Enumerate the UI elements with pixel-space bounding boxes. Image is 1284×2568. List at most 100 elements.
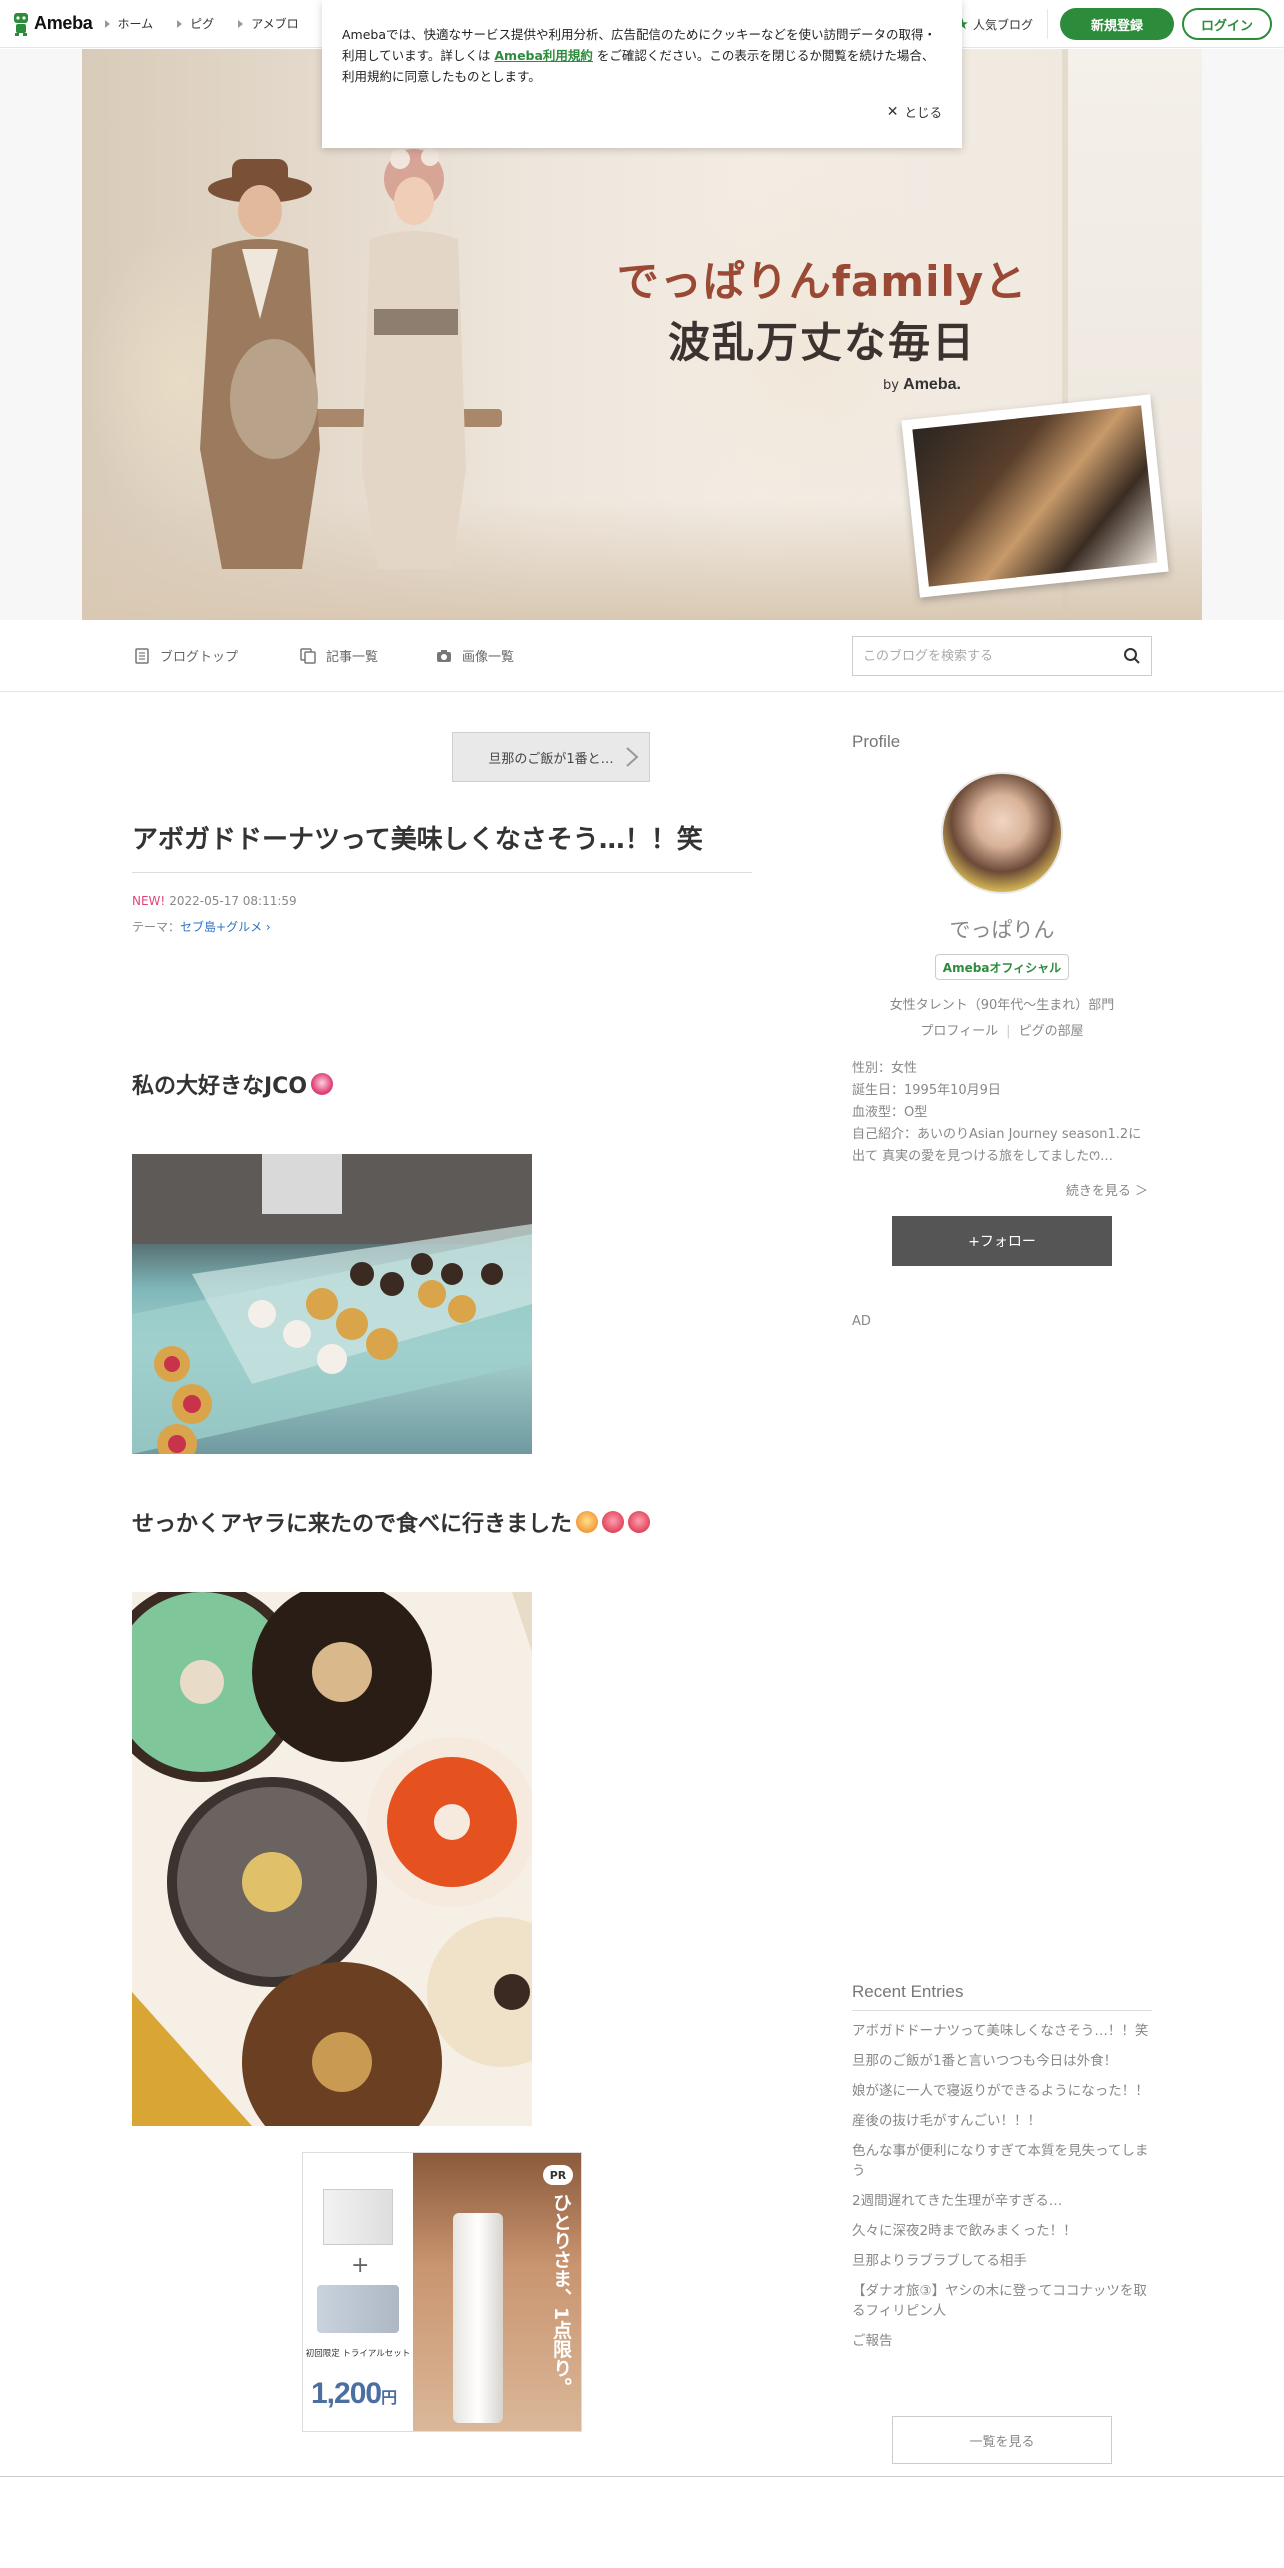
blog-top-link[interactable]: ブログトップ [134, 646, 238, 665]
global-nav: ホーム ピグ アメブロ [104, 15, 323, 32]
nav-pigg-label: ピグ [190, 17, 215, 31]
ad-product-bottle [453, 2213, 503, 2423]
profile-name[interactable]: でっぱりん [852, 914, 1152, 944]
plus-icon: + [351, 2253, 370, 2278]
list-item[interactable]: ご報告 [852, 2331, 1152, 2351]
grinning-emoji-icon [576, 1511, 599, 1533]
avatar[interactable] [941, 772, 1063, 894]
cookie-close-label: とじる [904, 105, 942, 120]
previous-entry-label: 旦那のご飯が1番と… [488, 751, 614, 767]
ameba-logo[interactable]: Ameba [12, 11, 93, 37]
profile-birthday: 誕生日：1995年10月9日 [852, 1083, 1001, 1098]
chevron-right-icon: › [262, 920, 271, 934]
close-icon: ✕ [886, 103, 899, 120]
view-all-entries-button[interactable]: 一覧を見る [892, 2416, 1112, 2464]
cookie-text: Amebaでは、快適なサービス提供や利用分析、広告配信のためにクッキーなどを使い… [342, 24, 940, 87]
theme-link[interactable]: セブ島+グルメ [180, 920, 262, 934]
article-heading: せっかくアヤラに来たので食べに行きました [132, 1506, 651, 1538]
blog-title-line2: 波乱万丈な毎日 [667, 318, 976, 367]
camera-icon [437, 649, 451, 662]
blog-title-line1: でっぱりんfamilyと [616, 257, 1028, 306]
ad-product-towel [317, 2285, 399, 2333]
list-item[interactable]: 2週間遅れてきた生理が辛すぎる… [852, 2191, 1152, 2211]
login-button[interactable]: ログイン [1182, 8, 1272, 40]
official-badge: Amebaオフィシャル [935, 954, 1069, 980]
read-more-link[interactable]: 続きを見る ＞ [1066, 1180, 1148, 1199]
article-heading: 私の大好きなJCO [132, 1068, 334, 1100]
header-actions: ★ 人気ブログ 新規登録 ログイン [956, 8, 1272, 40]
pigg-room-link[interactable]: ピグの部屋 [1019, 1024, 1084, 1039]
image-list-link[interactable]: 画像一覧 [436, 646, 514, 665]
profile-category[interactable]: 女性タレント（90年代～生まれ）部門 [852, 994, 1152, 1013]
sparkle-emoji-icon [628, 1511, 651, 1533]
blog-nav: ブログトップ 記事一覧 画像一覧 [0, 620, 1284, 692]
nav-ameblo-label: アメブロ [251, 17, 299, 31]
search-icon[interactable] [1123, 647, 1141, 665]
entry-list-label: 記事一覧 [326, 650, 379, 665]
ad-price-value: 1,200 [311, 2377, 382, 2410]
divider [1047, 9, 1048, 39]
ad-image-panel: PR ひとりさま、1点限り。 [413, 2153, 581, 2431]
profile-heading: Profile [852, 732, 901, 751]
woman-in-kimono-illustration [362, 148, 466, 569]
document-icon [135, 647, 149, 664]
profile-blood-type: 血液型：O型 [852, 1105, 928, 1120]
terms-link[interactable]: Ameba利用規約 [494, 48, 593, 63]
triangle-right-icon [104, 19, 110, 28]
follow-button[interactable]: +フォロー [892, 1216, 1112, 1266]
profile-info: 性別：女性 誕生日：1995年10月9日 血液型：O型 自己紹介：あいのりAsi… [852, 1058, 1152, 1168]
cookie-banner: Amebaでは、快適なサービス提供や利用分析、広告配信のためにクッキーなどを使い… [322, 0, 962, 148]
list-item[interactable]: 色んな事が便利になりすぎて本質を見失ってしまう [852, 2141, 1152, 2181]
ameba-brand: Ameba. [903, 376, 961, 393]
profile-gender: 性別：女性 [852, 1061, 918, 1076]
list-item[interactable]: 産後の抜け毛がすんごい！！！ [852, 2111, 1152, 2131]
list-item[interactable]: 娘が遂に一人で寝返りができるようになった！！ [852, 2081, 1152, 2101]
ad-banner[interactable]: + 初回限定 トライアルセット 1,200円 PR ひとりさま、1点限り。 [302, 2152, 582, 2432]
man-in-kimono-illustration [200, 159, 320, 569]
divider: | [1006, 1024, 1011, 1039]
signup-button[interactable]: 新規登録 [1060, 8, 1174, 40]
chevron-right-icon [626, 747, 639, 767]
ad-label: AD [852, 1314, 871, 1329]
ad-vertical-copy: ひとりさま、1点限り。 [550, 2193, 572, 2397]
popular-blog-link[interactable]: ★ 人気ブログ [956, 15, 1033, 33]
profile-links: プロフィール | ピグの部屋 [852, 1020, 1152, 1039]
blog-search [852, 636, 1152, 676]
popular-blog-label: 人気ブログ [972, 17, 1033, 32]
showcase-illustration [132, 1154, 532, 1454]
theme-label: テーマ： [132, 920, 181, 934]
list-item[interactable]: 旦那よりラブラブしてる相手 [852, 2251, 1152, 2271]
nav-ameblo[interactable]: アメブロ [238, 15, 299, 32]
dogs-photo [901, 394, 1169, 598]
cookie-close-button[interactable]: ✕ とじる [887, 102, 942, 121]
recent-entries: Recent Entries アボガドドーナツって美味しくなさそう…！！笑 旦那… [852, 1982, 1152, 2464]
donut-box-photo[interactable] [132, 1592, 532, 2126]
ad-trial-label: 初回限定 トライアルセット [305, 2349, 411, 2359]
article-title: アボガドドーナツって美味しくなさそう…！！笑 [132, 822, 752, 873]
blog-top-label: ブログトップ [160, 650, 239, 665]
nav-home-label: ホーム [117, 17, 154, 31]
dogs-photo-image [912, 405, 1158, 587]
donut-showcase-photo[interactable] [132, 1154, 532, 1454]
nav-home[interactable]: ホーム [104, 15, 154, 32]
sparkle-emoji-icon [602, 1511, 625, 1533]
ad-price: 1,200円 [311, 2377, 397, 2411]
previous-entry-button[interactable]: 旦那のご飯が1番と… [452, 732, 650, 782]
nav-pigg[interactable]: ピグ [177, 15, 214, 32]
logo-text: Ameba [34, 13, 93, 33]
donut-box-illustration [132, 1592, 532, 2126]
list-item[interactable]: アボガドドーナツって美味しくなさそう…！！笑 [852, 2021, 1152, 2041]
list-item[interactable]: 旦那のご飯が1番と言いつつも今日は外食！ [852, 2051, 1152, 2071]
article-date: 2022-05-17 08:11:59 [169, 894, 297, 908]
list-item[interactable]: 【ダナオ旅③】ヤシの木に登ってココナッツを取るフィリピン人 [852, 2281, 1152, 2321]
triangle-right-icon [177, 19, 183, 28]
pr-badge: PR [543, 2165, 573, 2185]
ad-product-panel: + 初回限定 トライアルセット 1,200円 [303, 2153, 413, 2431]
recent-entries-list: アボガドドーナツって美味しくなさそう…！！笑 旦那のご飯が1番と言いつつも今日は… [852, 2021, 1152, 2351]
blog-search-input[interactable] [863, 648, 1123, 664]
profile-link[interactable]: プロフィール [920, 1024, 998, 1039]
image-list-label: 画像一覧 [462, 650, 515, 665]
list-item[interactable]: 久々に深夜2時まで飲みまくった！！ [852, 2221, 1152, 2241]
blog-title: でっぱりんfamilyと 波乱万丈な毎日 by Ameba. [612, 254, 1032, 394]
entry-list-link[interactable]: 記事一覧 [300, 646, 378, 665]
